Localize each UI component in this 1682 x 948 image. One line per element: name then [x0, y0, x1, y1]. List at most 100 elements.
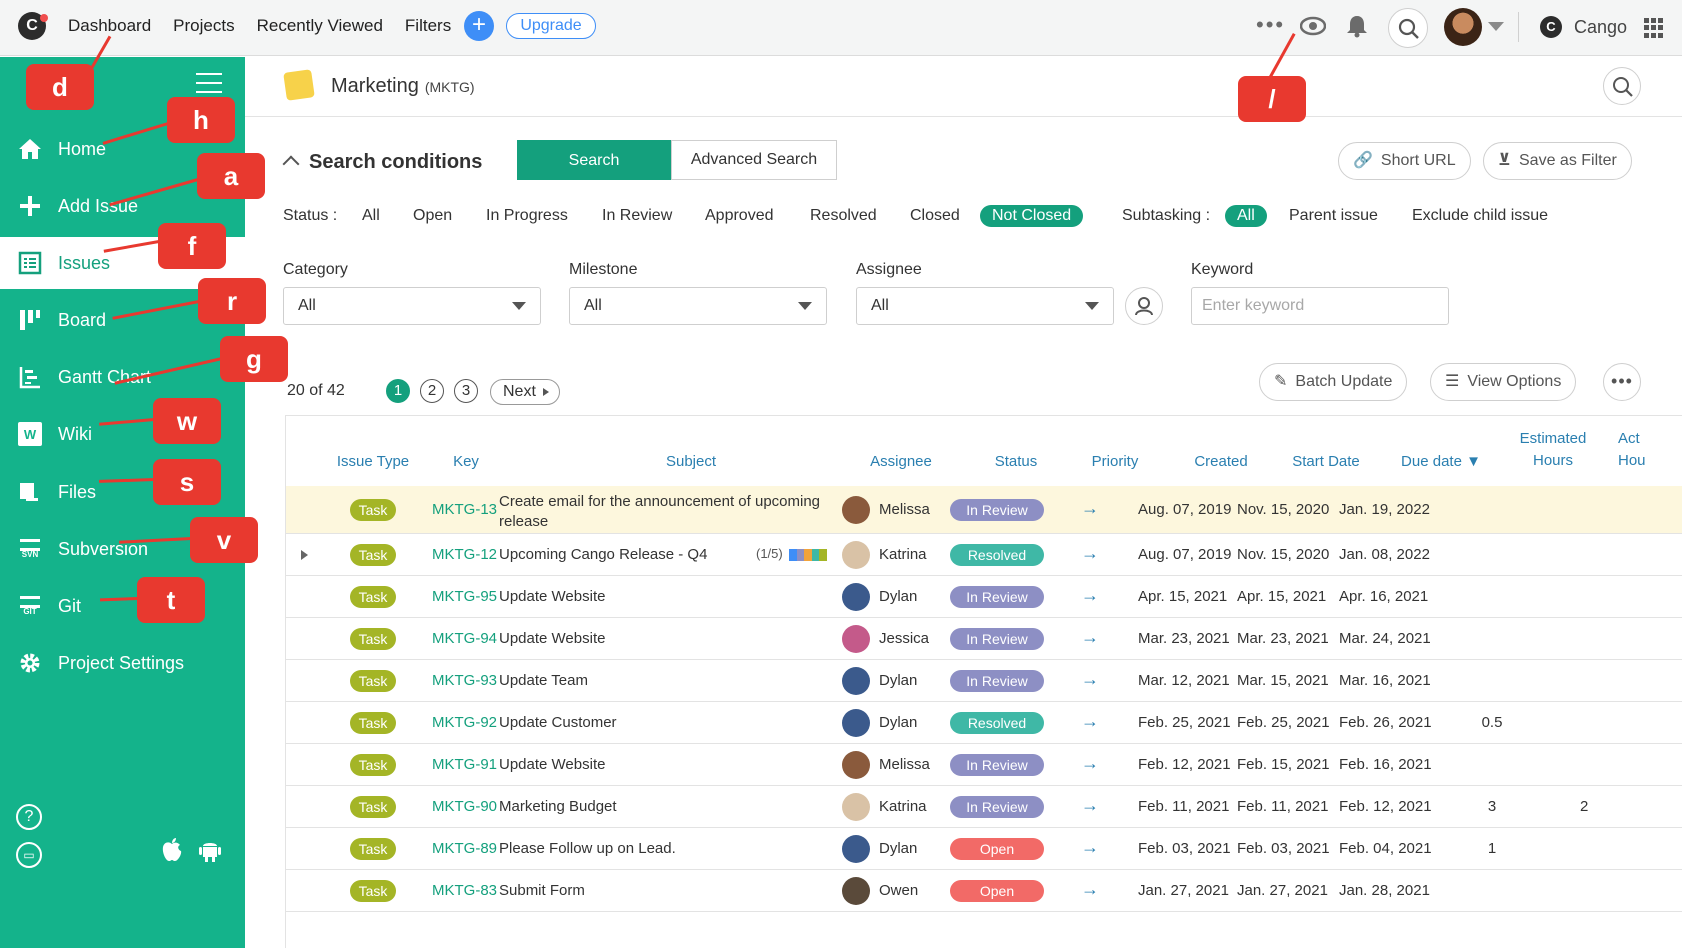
help-icon[interactable]: ? [16, 804, 42, 830]
status-option-in-review[interactable]: In Review [602, 207, 672, 225]
bell-icon[interactable] [1346, 14, 1368, 38]
apple-icon[interactable] [160, 837, 184, 863]
status-badge[interactable]: Open [950, 880, 1044, 902]
status-option-not-closed[interactable]: Not Closed [980, 205, 1084, 227]
column-header-assignee[interactable]: Assignee [846, 451, 956, 473]
column-header-due-date[interactable]: Due date ▼ [1386, 451, 1496, 473]
issue-subject-link[interactable]: Upcoming Cango Release - Q4 [499, 546, 707, 563]
issue-subject-link[interactable]: Please Follow up on Lead. [499, 840, 676, 857]
issue-key-link[interactable]: MKTG-91 [432, 756, 497, 773]
column-header-priority[interactable]: Priority [1070, 451, 1160, 473]
tab-advanced-search[interactable]: Advanced Search [671, 140, 837, 180]
nav-dashboard[interactable]: Dashboard [68, 16, 151, 36]
subtask-option-exclude-child[interactable]: Exclude child issue [1412, 207, 1548, 225]
issue-subject-link[interactable]: Update Website [499, 756, 605, 773]
table-row[interactable]: Task MKTG-93 Update Team Dylan In Review → Mar… [286, 660, 1682, 702]
status-badge[interactable]: In Review [950, 796, 1044, 818]
table-row[interactable]: Task MKTG-94 Update Website Jessica In Revie… [286, 618, 1682, 660]
status-badge[interactable]: In Review [950, 586, 1044, 608]
status-option-in-progress[interactable]: In Progress [486, 207, 568, 225]
column-header-actual-hours[interactable]: Act Hou [1618, 428, 1682, 472]
global-search-button[interactable] [1388, 8, 1428, 48]
sidebar-item-project-settings[interactable]: Project Settings [0, 637, 245, 689]
more-options-button[interactable]: ••• [1603, 363, 1641, 401]
batch-update-button[interactable]: ✎ Batch Update [1259, 363, 1408, 401]
issue-subject-link[interactable]: Update Customer [499, 714, 617, 731]
status-badge[interactable]: Open [950, 838, 1044, 860]
issue-key-link[interactable]: MKTG-92 [432, 714, 497, 731]
status-badge[interactable]: In Review [950, 499, 1044, 521]
nav-filters[interactable]: Filters [405, 16, 451, 36]
issue-key-link[interactable]: MKTG-93 [432, 672, 497, 689]
tab-search[interactable]: Search [517, 140, 671, 180]
issue-subject-link[interactable]: Update Website [499, 630, 605, 647]
issue-key-link[interactable]: MKTG-89 [432, 840, 497, 857]
issue-key-link[interactable]: MKTG-13 [432, 501, 497, 518]
milestone-select[interactable]: All [569, 287, 827, 325]
column-header-key[interactable]: Key [436, 451, 496, 473]
issue-key-link[interactable]: MKTG-90 [432, 798, 497, 815]
keyword-input[interactable] [1191, 287, 1449, 325]
issue-key-link[interactable]: MKTG-94 [432, 630, 497, 647]
search-conditions-toggle[interactable]: Search conditions [282, 151, 482, 174]
status-badge[interactable]: Resolved [950, 544, 1044, 566]
assignee-select[interactable]: All [856, 287, 1114, 325]
table-row[interactable]: Task MKTG-91 Update Website Melissa In Revie… [286, 744, 1682, 786]
sidebar-item-git[interactable]: GIT Git [0, 580, 245, 632]
subtask-option-all[interactable]: All [1225, 205, 1267, 227]
table-row[interactable]: Task MKTG-13 Create email for the announce… [286, 486, 1682, 534]
view-options-button[interactable]: ☰ View Options [1430, 363, 1577, 401]
issue-subject-link[interactable]: Submit Form [499, 882, 585, 899]
status-badge[interactable]: In Review [950, 754, 1044, 776]
nav-projects[interactable]: Projects [173, 16, 234, 36]
space-name[interactable]: Cango [1574, 17, 1627, 38]
issue-subject-link[interactable]: Marketing Budget [499, 798, 617, 815]
page-1-button[interactable]: 1 [386, 379, 410, 403]
issue-key-link[interactable]: MKTG-12 [432, 546, 497, 563]
column-header-start-date[interactable]: Start Date [1276, 451, 1376, 473]
more-horizontal-icon[interactable]: ••• [1256, 12, 1285, 38]
status-option-open[interactable]: Open [413, 207, 452, 225]
column-header-subject[interactable]: Subject [541, 451, 841, 473]
android-icon[interactable] [198, 837, 222, 863]
project-search-button[interactable] [1603, 67, 1641, 105]
table-row[interactable]: Task MKTG-83 Submit Form Owen Open → Jan. 27, … [286, 870, 1682, 912]
category-select[interactable]: All [283, 287, 541, 325]
subtask-option-parent[interactable]: Parent issue [1289, 207, 1378, 225]
expand-arrow-icon[interactable] [301, 550, 308, 560]
user-avatar[interactable] [1444, 8, 1482, 46]
status-option-resolved[interactable]: Resolved [810, 207, 877, 225]
table-row[interactable]: Task MKTG-90 Marketing Budget Katrina In Rev… [286, 786, 1682, 828]
assign-to-me-button[interactable] [1125, 287, 1163, 325]
status-option-approved[interactable]: Approved [705, 207, 774, 225]
app-logo[interactable]: C [18, 12, 48, 40]
grid-icon[interactable] [1644, 18, 1664, 38]
eye-icon[interactable] [1300, 16, 1326, 36]
table-row[interactable]: Task MKTG-12 Upcoming Cango Release - Q4 (1… [286, 534, 1682, 576]
page-3-button[interactable]: 3 [454, 379, 478, 403]
nav-recently-viewed[interactable]: Recently Viewed [257, 16, 383, 36]
table-row[interactable]: Task MKTG-92 Update Customer Dylan Resolved →… [286, 702, 1682, 744]
column-header-estimated-hours[interactable]: Estimated Hours [1508, 428, 1598, 472]
issue-key-link[interactable]: MKTG-83 [432, 882, 497, 899]
upgrade-button[interactable]: Upgrade [506, 13, 596, 39]
page-2-button[interactable]: 2 [420, 379, 444, 403]
chat-icon[interactable]: ▭ [16, 842, 42, 868]
chevron-down-icon[interactable] [1488, 22, 1504, 31]
column-header-status[interactable]: Status [966, 451, 1066, 473]
status-option-all[interactable]: All [362, 207, 380, 225]
save-as-filter-button[interactable]: ⊻ Save as Filter [1483, 142, 1632, 180]
table-row[interactable]: Task MKTG-95 Update Website Dylan In Review →… [286, 576, 1682, 618]
column-header-issue-type[interactable]: Issue Type [318, 451, 428, 473]
table-row[interactable]: Task MKTG-89 Please Follow up on Lead. Dyla… [286, 828, 1682, 870]
menu-icon[interactable] [196, 73, 222, 93]
next-page-button[interactable]: Next [490, 379, 560, 405]
quick-add-button[interactable]: + [464, 11, 494, 41]
status-badge[interactable]: In Review [950, 628, 1044, 650]
status-option-closed[interactable]: Closed [910, 207, 960, 225]
status-badge[interactable]: Resolved [950, 712, 1044, 734]
sidebar-item-gantt-chart[interactable]: Gantt Chart [0, 351, 245, 403]
issue-key-link[interactable]: MKTG-95 [432, 588, 497, 605]
issue-subject-link[interactable]: Update Team [499, 672, 588, 689]
issue-subject-link[interactable]: Update Website [499, 588, 605, 605]
